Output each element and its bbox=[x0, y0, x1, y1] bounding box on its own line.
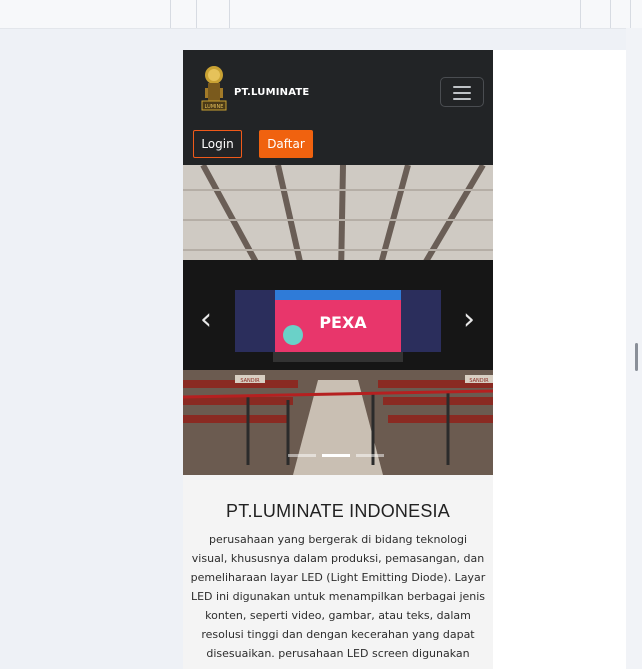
hamburger-icon bbox=[453, 92, 471, 94]
about-title: PT.LUMINATE INDONESIA bbox=[226, 501, 450, 521]
left-sign: SANDIR bbox=[240, 378, 260, 384]
ruler-tick bbox=[580, 0, 581, 28]
chevron-left-icon[interactable]: ‹ bbox=[191, 305, 221, 335]
carousel-indicator-active[interactable] bbox=[322, 454, 350, 457]
about-section: PT.LUMINATE INDONESIA perusahaan yang be… bbox=[183, 475, 493, 663]
resize-handle[interactable] bbox=[635, 343, 638, 371]
devtools-ruler bbox=[0, 0, 642, 29]
ruler-tick bbox=[170, 0, 171, 28]
brand-logo-icon[interactable]: LUMINE bbox=[199, 64, 229, 114]
ruler-tick bbox=[196, 0, 197, 28]
ruler-tick bbox=[630, 0, 631, 28]
hero-carousel[interactable]: PEXA SANDIR SANDIR ‹ › bbox=[183, 165, 493, 475]
right-gutter bbox=[626, 28, 642, 669]
chevron-right-icon[interactable]: › bbox=[454, 305, 484, 335]
logo-caption: LUMINE bbox=[205, 104, 224, 110]
carousel-indicators bbox=[288, 454, 384, 457]
ruler-tick bbox=[229, 0, 230, 28]
hamburger-icon bbox=[453, 98, 471, 100]
right-sign: SANDIR bbox=[469, 378, 489, 384]
event-hall-photo: PEXA SANDIR SANDIR bbox=[183, 165, 493, 475]
hamburger-menu-button[interactable] bbox=[440, 77, 484, 107]
login-button[interactable]: Login bbox=[193, 130, 242, 158]
brand-name[interactable]: PT.LUMINATE bbox=[234, 87, 309, 98]
daftar-button[interactable]: Daftar bbox=[259, 130, 313, 158]
navbar: LUMINE PT.LUMINATE Login Daftar bbox=[183, 50, 493, 165]
website: LUMINE PT.LUMINATE Login Daftar PEXA SAN… bbox=[183, 50, 493, 669]
device-viewport: LUMINE PT.LUMINATE Login Daftar PEXA SAN… bbox=[183, 50, 626, 669]
ruler-tick bbox=[610, 0, 611, 28]
screen-text: PEXA bbox=[319, 313, 367, 332]
carousel-indicator[interactable] bbox=[288, 454, 316, 457]
about-body: perusahaan yang bergerak di bidang tekno… bbox=[190, 533, 486, 660]
hamburger-icon bbox=[453, 86, 471, 88]
carousel-indicator[interactable] bbox=[356, 454, 384, 457]
